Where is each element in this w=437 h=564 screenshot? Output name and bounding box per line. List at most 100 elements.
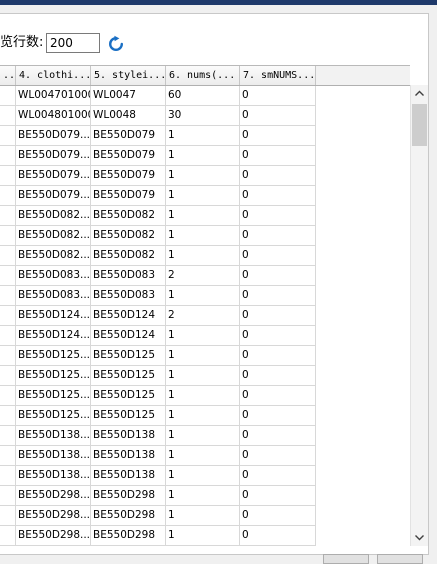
table-cell[interactable]: 1 [166,526,240,546]
table-cell[interactable] [0,106,16,126]
table-cell[interactable]: 1 [166,386,240,406]
table-cell[interactable]: BE550D298... [16,486,91,506]
column-header[interactable]: 7. smNUMS... [240,66,316,85]
table-cell[interactable] [0,426,16,446]
table-cell[interactable]: BE550D298 [91,526,166,546]
table-row[interactable]: BE550D298... BE550D298 1 0 [0,506,410,526]
table-cell[interactable]: BE550D138... [16,466,91,486]
table-cell[interactable]: BE550D082 [91,226,166,246]
table-cell[interactable]: BE550D125 [91,406,166,426]
table-cell[interactable]: 0 [240,106,316,126]
table-cell[interactable] [0,126,16,146]
table-cell[interactable]: 0 [240,406,316,426]
table-cell[interactable]: 0 [240,146,316,166]
table-cell[interactable]: 1 [166,426,240,446]
table-cell[interactable]: 0 [240,466,316,486]
table-cell[interactable]: 0 [240,206,316,226]
table-cell[interactable]: 1 [166,466,240,486]
table-cell[interactable]: BE550D082... [16,246,91,266]
table-row[interactable]: WL004701000 WL0047 60 0 [0,86,410,106]
refresh-icon[interactable] [107,35,125,53]
table-cell[interactable]: BE550D079... [16,146,91,166]
table-cell[interactable]: BE550D124... [16,306,91,326]
table-row[interactable]: BE550D138... BE550D138 1 0 [0,446,410,466]
table-cell[interactable]: BE550D079 [91,186,166,206]
table-cell[interactable]: BE550D079... [16,186,91,206]
table-cell[interactable]: BE550D079... [16,166,91,186]
table-cell[interactable]: 0 [240,526,316,546]
table-cell[interactable]: 1 [166,226,240,246]
table-row[interactable]: BE550D125... BE550D125 1 0 [0,406,410,426]
table-row[interactable]: BE550D298... BE550D298 1 0 [0,486,410,506]
table-cell[interactable]: BE550D138... [16,446,91,466]
table-cell[interactable]: 1 [166,146,240,166]
table-cell[interactable] [0,486,16,506]
table-row[interactable]: BE550D125... BE550D125 1 0 [0,346,410,366]
table-cell[interactable]: 1 [166,126,240,146]
table-cell[interactable]: BE550D125 [91,366,166,386]
table-cell[interactable] [0,186,16,206]
table-cell[interactable]: BE550D138 [91,426,166,446]
table-cell[interactable]: WL0047 [91,86,166,106]
scrollbar-thumb[interactable] [412,104,427,146]
table-cell[interactable]: 0 [240,226,316,246]
table-cell[interactable]: 0 [240,306,316,326]
table-cell[interactable]: BE550D079 [91,166,166,186]
table-row[interactable]: BE550D082... BE550D082 1 0 [0,226,410,246]
table-cell[interactable]: 2 [166,306,240,326]
table-cell[interactable]: 0 [240,86,316,106]
dialog-button[interactable] [323,554,369,564]
table-cell[interactable] [0,506,16,526]
table-cell[interactable] [0,406,16,426]
table-cell[interactable]: 0 [240,426,316,446]
table-cell[interactable]: BE550D082 [91,206,166,226]
table-cell[interactable]: BE550D138... [16,426,91,446]
column-header[interactable]: 6. nums(... [166,66,240,85]
column-header[interactable]: 5. stylei... [91,66,166,85]
table-cell[interactable]: 1 [166,206,240,226]
table-row[interactable]: BE550D124... BE550D124 2 0 [0,306,410,326]
table-cell[interactable]: 1 [166,346,240,366]
table-cell[interactable]: 1 [166,506,240,526]
table-cell[interactable] [0,206,16,226]
table-cell[interactable]: BE550D125... [16,366,91,386]
table-cell[interactable]: BE550D079 [91,146,166,166]
table-row[interactable]: BE550D079... BE550D079 1 0 [0,166,410,186]
table-row[interactable]: BE550D298... BE550D298 1 0 [0,526,410,546]
table-cell[interactable]: 0 [240,186,316,206]
table-cell[interactable]: 1 [166,286,240,306]
table-cell[interactable]: 0 [240,446,316,466]
table-cell[interactable]: BE550D125... [16,346,91,366]
table-cell[interactable]: BE550D124 [91,326,166,346]
table-row[interactable]: BE550D124... BE550D124 1 0 [0,326,410,346]
table-cell[interactable]: WL0048 [91,106,166,126]
table-cell[interactable]: BE550D079... [16,126,91,146]
table-cell[interactable]: 0 [240,366,316,386]
table-cell[interactable]: 1 [166,366,240,386]
table-cell[interactable] [0,146,16,166]
table-cell[interactable]: BE550D124... [16,326,91,346]
table-cell[interactable]: 1 [166,486,240,506]
table-cell[interactable] [0,226,16,246]
table-cell[interactable] [0,466,16,486]
dialog-button[interactable] [377,554,423,564]
column-header[interactable]: ... [0,66,16,85]
table-cell[interactable]: 0 [240,286,316,306]
table-cell[interactable] [0,346,16,366]
table-cell[interactable] [0,286,16,306]
table-cell[interactable]: BE550D125 [91,386,166,406]
table-cell[interactable]: BE550D298 [91,506,166,526]
table-cell[interactable]: BE550D083 [91,286,166,306]
table-cell[interactable] [0,526,16,546]
table-row[interactable]: BE550D083... BE550D083 1 0 [0,286,410,306]
table-cell[interactable]: 0 [240,386,316,406]
table-cell[interactable]: 0 [240,126,316,146]
table-cell[interactable]: BE550D079 [91,126,166,146]
table-row[interactable]: BE550D083... BE550D083 2 0 [0,266,410,286]
table-row[interactable]: BE550D138... BE550D138 1 0 [0,426,410,446]
table-cell[interactable]: 0 [240,326,316,346]
table-cell[interactable]: WL004801000 [16,106,91,126]
table-cell[interactable]: WL004701000 [16,86,91,106]
table-cell[interactable]: BE550D298... [16,526,91,546]
table-cell[interactable] [0,166,16,186]
